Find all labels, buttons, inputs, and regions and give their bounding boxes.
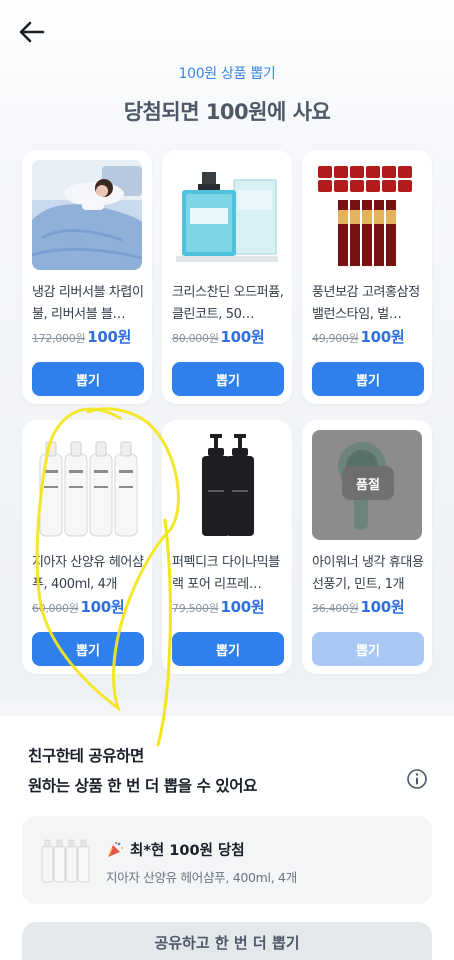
product-card[interactable]: 품절 아이워너 냉각 휴대용 선풍기, 민트, 1개 36,400원 100원 … <box>302 420 432 674</box>
product-prices: 36,400원 100원 <box>312 596 432 620</box>
winner-title: 최*현 100원 당첨 <box>130 843 245 859</box>
product-card[interactable]: 냉감 리버서블 차렵이불, 리버서블 블… 172,000원 100원 뽑기 <box>22 150 152 404</box>
winner-product-thumbnail <box>41 839 90 883</box>
party-popper-icon <box>108 841 124 857</box>
product-card[interactable]: 퍼펙디크 다이나믹블랙 포어 리프레… 79,500원 100원 뽑기 <box>162 420 292 674</box>
product-image-shampoo <box>32 430 142 540</box>
winner-title-row: 최*현 100원 당첨 <box>106 839 245 860</box>
draw-button[interactable]: 뽑기 <box>32 632 144 666</box>
recent-winner-card: 최*현 100원 당첨 지아자 산양유 헤어샴푸, 400ml, 4개 <box>22 816 432 904</box>
original-price: 172,000원 <box>32 332 86 345</box>
product-prices: 172,000원 100원 <box>32 326 152 350</box>
product-name: 아이워너 냉각 휴대용 선풍기, 민트, 1개 <box>312 555 424 592</box>
product-name: 냉감 리버서블 차렵이불, 리버서블 블… <box>32 285 144 322</box>
product-name: 지아자 산양유 헤어샴푸, 400ml, 4개 <box>32 555 144 592</box>
original-price: 36,400원 <box>312 602 359 615</box>
product-image-perfume <box>172 160 282 270</box>
share-section: 친구한테 공유하면 원하는 상품 한 번 더 뽑을 수 있어요 최*현 100원… <box>0 716 454 960</box>
product-image-handheld-fan: 품절 <box>312 430 422 540</box>
original-price: 49,900원 <box>312 332 359 345</box>
product-image-blanket <box>32 160 142 270</box>
sale-price: 100원 <box>220 598 265 616</box>
product-name: 크리스찬딘 오드퍼퓸, 클린코트, 50… <box>172 285 284 322</box>
draw-button[interactable]: 뽑기 <box>312 362 424 396</box>
draw-button[interactable]: 뽑기 <box>172 632 284 666</box>
share-headline-2: 원하는 상품 한 번 더 뽑을 수 있어요 <box>28 777 258 795</box>
sold-out-badge: 품절 <box>342 466 394 500</box>
winner-product-name: 지아자 산양유 헤어샴푸, 400ml, 4개 <box>106 870 297 885</box>
original-price: 79,500원 <box>172 602 219 615</box>
product-card[interactable]: 풍년보감 고려홍삼정 밸런스타임, 벌… 49,900원 100원 뽑기 <box>302 150 432 404</box>
draw-button-disabled: 뽑기 <box>312 632 424 666</box>
arrow-left-icon <box>19 21 45 43</box>
info-circle-icon[interactable] <box>406 768 428 790</box>
product-prices: 60,000원 100원 <box>32 596 152 620</box>
sale-price: 100원 <box>360 328 405 346</box>
product-image-red-ginseng <box>312 160 422 270</box>
product-image-black-bottles <box>172 430 282 540</box>
product-card[interactable]: 지아자 산양유 헤어샴푸, 400ml, 4개 60,000원 100원 뽑기 <box>22 420 152 674</box>
back-button[interactable] <box>16 16 48 48</box>
original-price: 60,000원 <box>32 602 79 615</box>
share-and-draw-again-button[interactable]: 공유하고 한 번 더 뽑기 <box>22 922 432 960</box>
sale-price: 100원 <box>87 328 132 346</box>
share-headline-1: 친구한테 공유하면 <box>28 747 144 765</box>
page-title: 당첨되면 100원에 사요 <box>123 100 331 124</box>
sale-price: 100원 <box>80 598 125 616</box>
event-subtitle: 100원 상품 뽑기 <box>178 66 276 82</box>
sale-price: 100원 <box>220 328 265 346</box>
product-grid: 냉감 리버서블 차렵이불, 리버서블 블… 172,000원 100원 뽑기 크… <box>22 150 432 674</box>
original-price: 80,000원 <box>172 332 219 345</box>
draw-button[interactable]: 뽑기 <box>172 362 284 396</box>
product-name: 퍼펙디크 다이나믹블랙 포어 리프레… <box>172 555 280 592</box>
sale-price: 100원 <box>360 598 405 616</box>
product-prices: 79,500원 100원 <box>172 596 292 620</box>
product-name: 풍년보감 고려홍삼정 밸런스타임, 벌… <box>312 285 420 322</box>
draw-button[interactable]: 뽑기 <box>32 362 144 396</box>
product-prices: 49,900원 100원 <box>312 326 432 350</box>
product-card[interactable]: 크리스찬딘 오드퍼퓸, 클린코트, 50… 80,000원 100원 뽑기 <box>162 150 292 404</box>
product-prices: 80,000원 100원 <box>172 326 292 350</box>
